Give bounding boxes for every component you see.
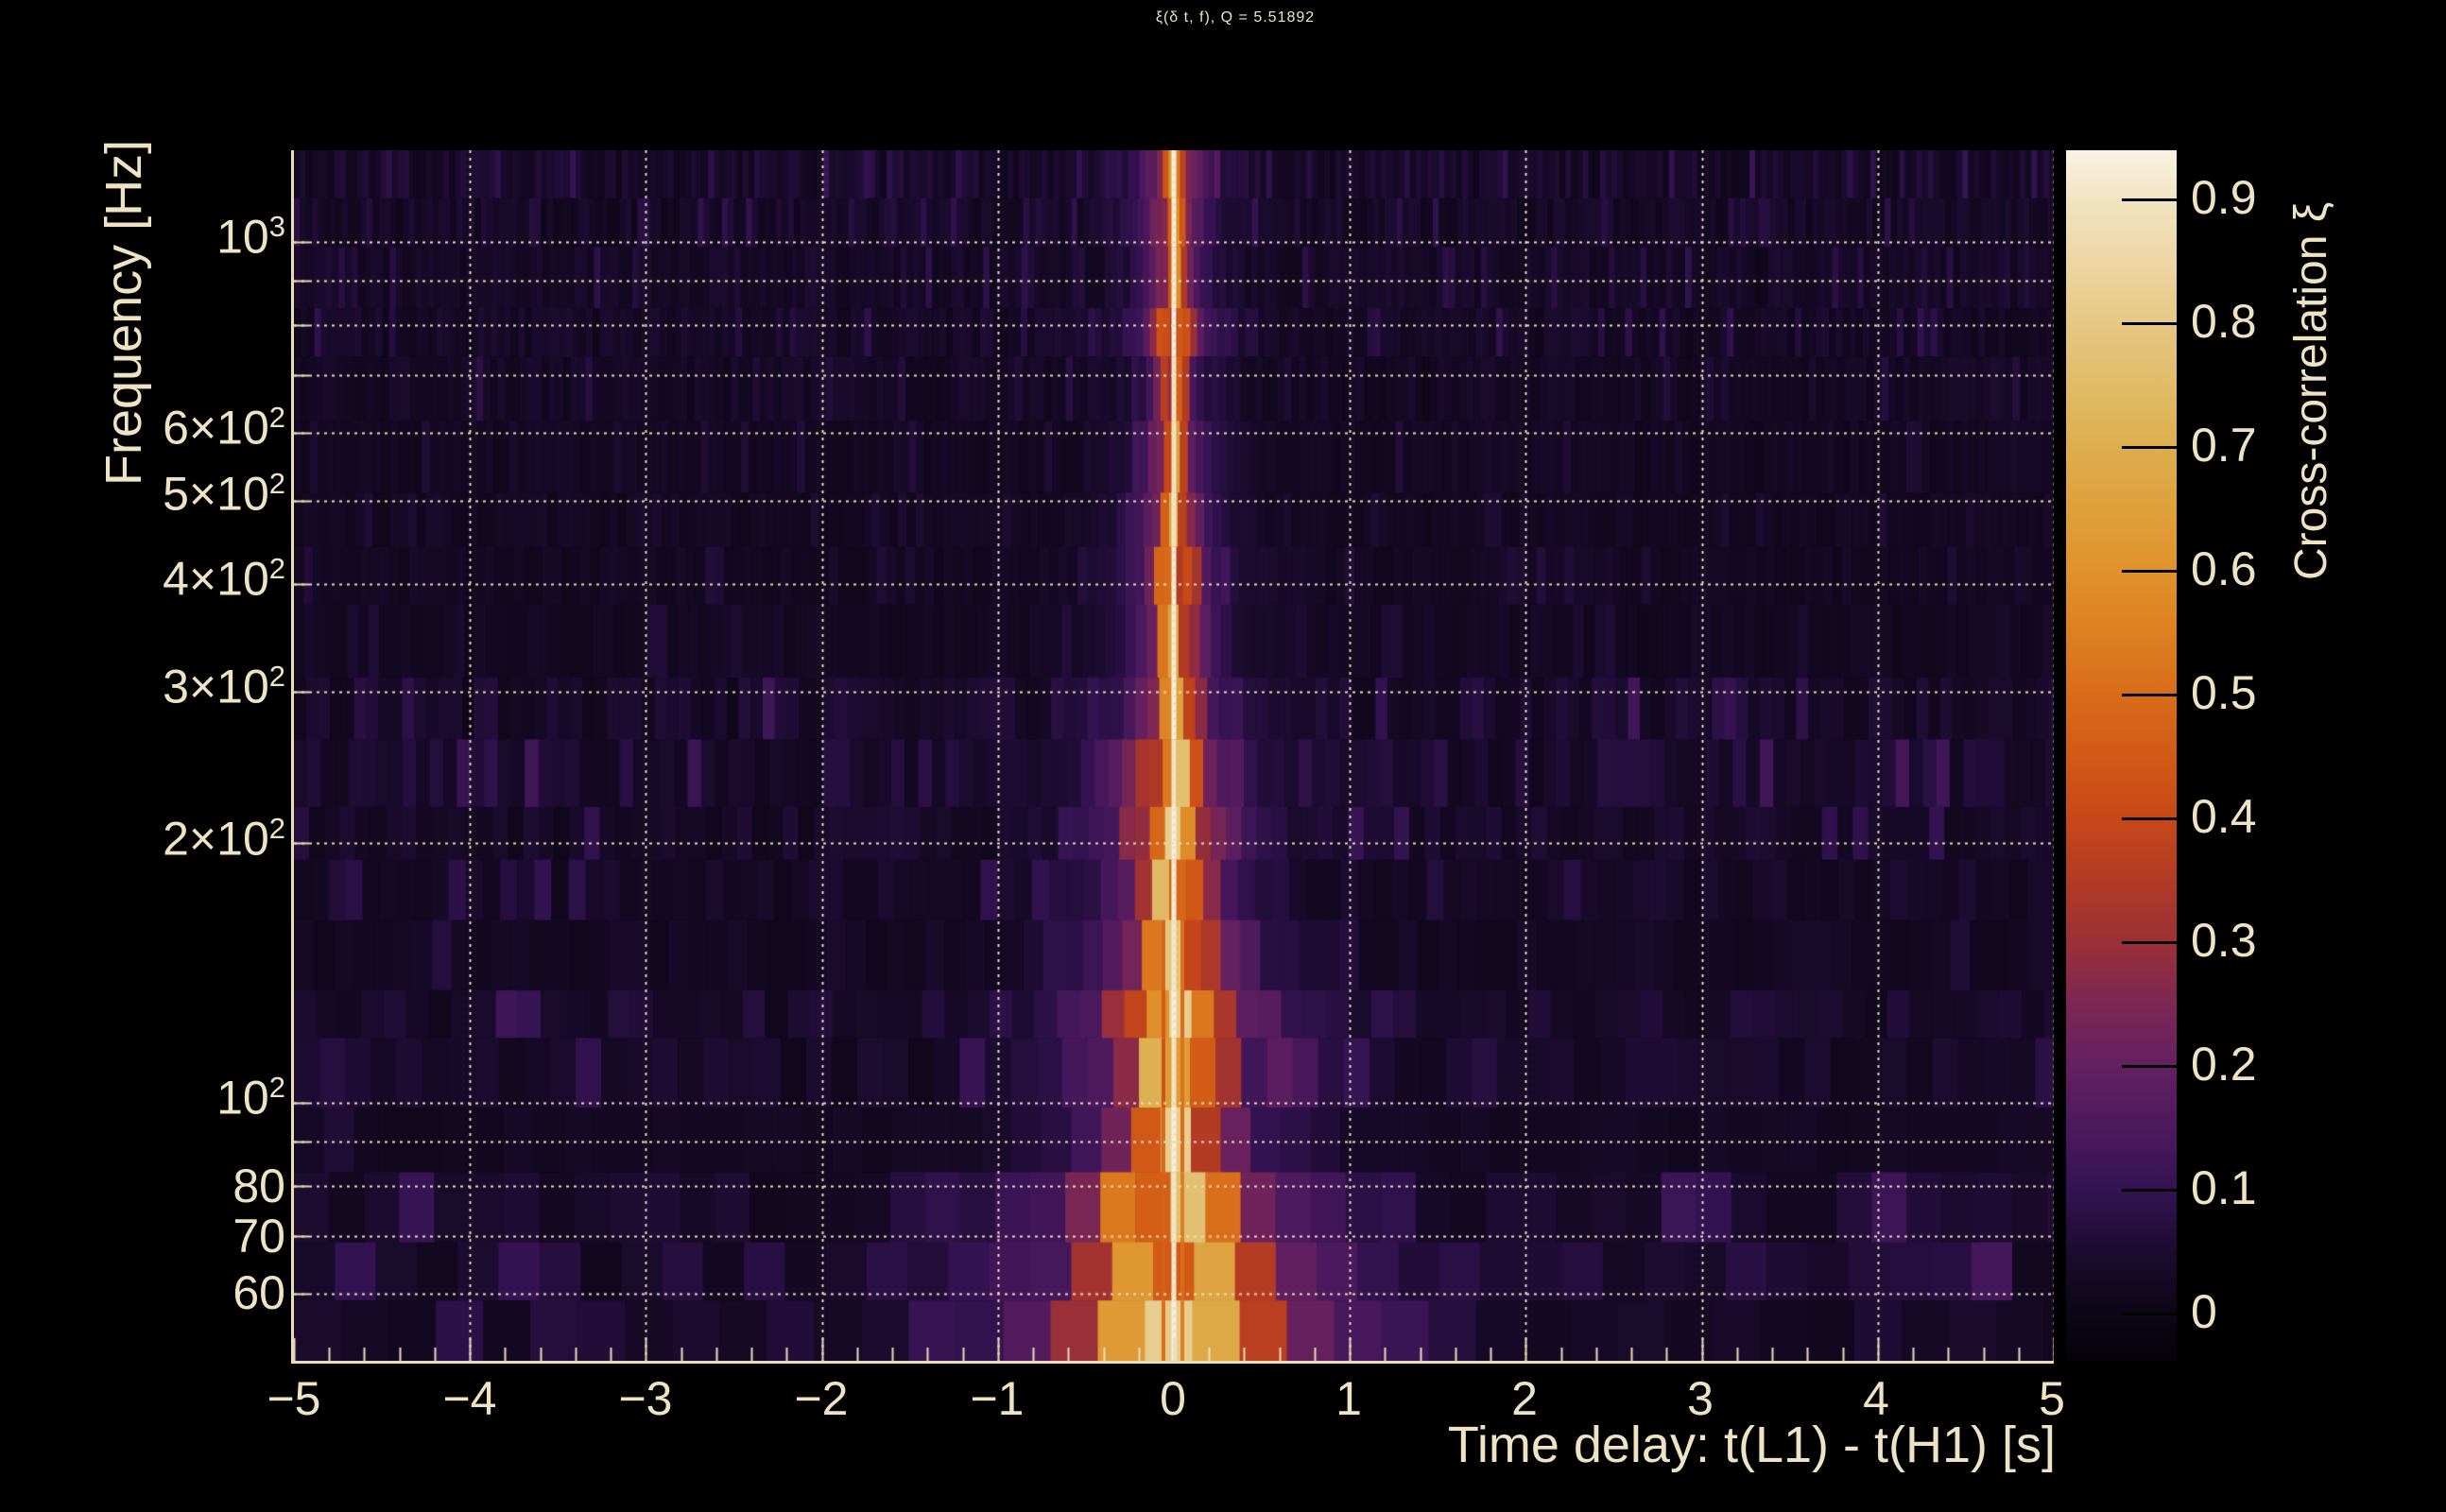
- colorbar-title: Cross-correlation ξ: [2286, 201, 2336, 580]
- y-tick-label: 60: [233, 1266, 285, 1319]
- x-axis-title: Time delay: t(L1) - t(H1) [s]: [1447, 1417, 2056, 1473]
- colorbar-tick-label: 0.5: [2191, 666, 2257, 719]
- colorbar-tick: [2122, 198, 2177, 201]
- colorbar-tick: [2122, 817, 2177, 820]
- x-tick-label: −3: [618, 1372, 673, 1425]
- y-tick-label: 2×102: [163, 812, 285, 866]
- x-tick-label: −1: [970, 1372, 1025, 1425]
- y-tick-label: 103: [216, 210, 285, 264]
- colorbar-tick: [2122, 446, 2177, 449]
- x-tick-label: −4: [442, 1372, 497, 1425]
- x-tick-label: −5: [267, 1372, 321, 1425]
- root-canvas: { "title": { "text": "ξ(δ t, f), Q = 5.5…: [0, 0, 2446, 1512]
- colorbar-tick-label: 0.2: [2191, 1038, 2257, 1091]
- colorbar-tick: [2122, 1065, 2177, 1068]
- colorbar-tick-label: 0: [2191, 1285, 2217, 1338]
- colorbar-tick: [2122, 570, 2177, 573]
- colorbar-gradient: [2066, 150, 2177, 1361]
- colorbar-tick-label: 0.3: [2191, 914, 2257, 967]
- colorbar-tick-label: 0.4: [2191, 790, 2257, 843]
- colorbar-tick: [2122, 1313, 2177, 1315]
- y-tick-label: 80: [233, 1160, 285, 1212]
- y-tick-label: 6×102: [163, 401, 285, 455]
- y-tick-label: 5×102: [163, 467, 285, 521]
- y-tick-label: 102: [216, 1071, 285, 1125]
- y-tick-label: 3×102: [163, 660, 285, 713]
- y-tick-label: 4×102: [163, 552, 285, 606]
- colorbar-tick: [2122, 1189, 2177, 1192]
- y-tick-label: 70: [233, 1210, 285, 1263]
- colorbar-tick: [2122, 941, 2177, 944]
- colorbar-tick: [2122, 322, 2177, 325]
- chart-title: ξ(δ t, f), Q = 5.51892: [1155, 9, 1316, 26]
- colorbar-tick: [2122, 694, 2177, 696]
- colorbar-tick-label: 0.1: [2191, 1161, 2257, 1214]
- heatmap-canvas: [294, 150, 2054, 1361]
- plot-frame: [291, 150, 2054, 1364]
- x-tick-label: 0: [1160, 1372, 1186, 1425]
- x-tick-label: −2: [794, 1372, 849, 1425]
